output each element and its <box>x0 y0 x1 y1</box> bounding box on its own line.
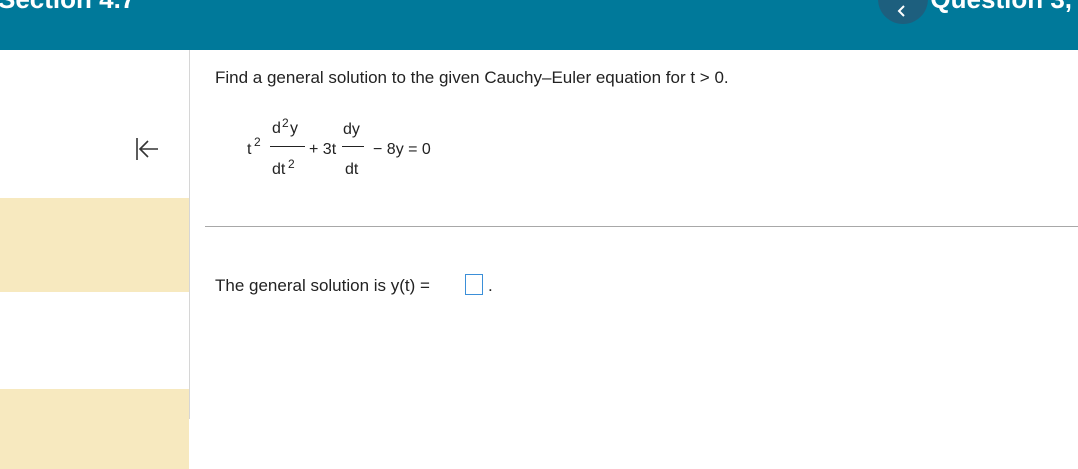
divider <box>205 226 1078 227</box>
answer-period: . <box>488 276 493 295</box>
highlight-band <box>0 389 189 469</box>
eq-d: d <box>272 120 281 137</box>
eq-dt-exponent: 2 <box>288 157 295 171</box>
answer-label: The general solution is y(t) = <box>215 276 430 295</box>
fraction-bar <box>342 146 364 147</box>
highlight-band <box>0 198 189 292</box>
eq-dt: dt <box>345 161 359 178</box>
eq-dy: dy <box>343 121 360 138</box>
eq-t-exponent: 2 <box>254 135 261 149</box>
eq-d-exponent: 2 <box>282 116 289 130</box>
eq-dt: dt <box>272 161 286 178</box>
eq-y: y <box>290 120 298 137</box>
answer-input[interactable] <box>465 274 483 295</box>
fraction-bar <box>270 146 305 147</box>
eq-rest: − 8y = 0 <box>373 141 431 158</box>
eq-t: t <box>247 141 252 158</box>
eq-plus-3t: + 3t <box>309 141 337 158</box>
cauchy-euler-equation: t 2 d 2 y dt 2 + 3t dy dt − 8y = 0 <box>0 0 1078 200</box>
